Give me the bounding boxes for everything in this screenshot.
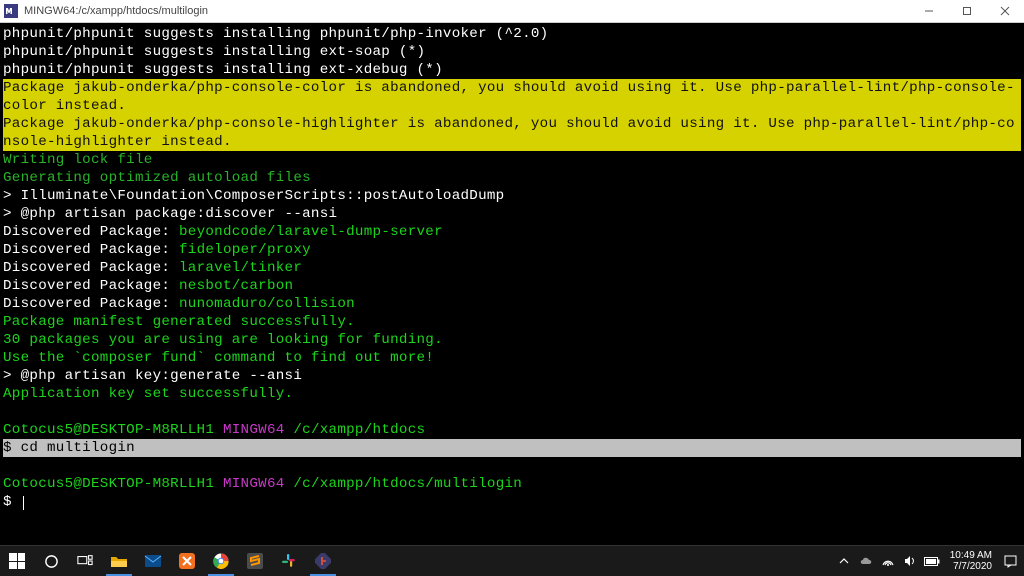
task-view-button[interactable] <box>68 546 102 576</box>
output-line: Discovered Package: laravel/tinker <box>3 259 1021 277</box>
output-line: Generating optimized autoload files <box>3 169 1021 187</box>
window-title: MINGW64:/c/xampp/htdocs/multilogin <box>24 2 208 20</box>
minimize-button[interactable] <box>910 0 948 22</box>
output-line: > Illuminate\Foundation\ComposerScripts:… <box>3 187 1021 205</box>
tray-expand-icon[interactable] <box>836 553 852 569</box>
system-tray: 10:49 AM 7/7/2020 <box>836 550 1024 572</box>
sublime-button[interactable] <box>238 546 272 576</box>
file-explorer-button[interactable] <box>102 546 136 576</box>
mingw-icon <box>4 4 18 18</box>
prompt-line: Cotocus5@DESKTOP-M8RLLH1 MINGW64 /c/xamp… <box>3 475 1021 493</box>
warning-line: Package jakub-onderka/php-console-highli… <box>3 115 1021 151</box>
command-line[interactable]: $ <box>3 493 1021 511</box>
output-line: phpunit/phpunit suggests installing phpu… <box>3 25 1021 43</box>
network-icon[interactable] <box>880 553 896 569</box>
clock-date: 7/7/2020 <box>950 561 992 572</box>
slack-button[interactable] <box>272 546 306 576</box>
volume-icon[interactable] <box>902 553 918 569</box>
blank-line <box>3 457 1021 475</box>
notifications-icon[interactable] <box>1002 553 1018 569</box>
output-line: Writing lock file <box>3 151 1021 169</box>
battery-icon[interactable] <box>924 553 940 569</box>
window-titlebar: MINGW64:/c/xampp/htdocs/multilogin <box>0 0 1024 23</box>
maximize-button[interactable] <box>948 0 986 22</box>
clock-time: 10:49 AM <box>950 550 992 561</box>
command-line: $ cd multilogin <box>3 439 1021 457</box>
output-line: Package manifest generated successfully. <box>3 313 1021 331</box>
output-line: Discovered Package: nesbot/carbon <box>3 277 1021 295</box>
window-controls <box>910 0 1024 22</box>
taskbar: 10:49 AM 7/7/2020 <box>0 545 1024 576</box>
mail-button[interactable] <box>136 546 170 576</box>
output-line: phpunit/phpunit suggests installing ext-… <box>3 43 1021 61</box>
output-line: Discovered Package: beyondcode/laravel-d… <box>3 223 1021 241</box>
output-line: > @php artisan key:generate --ansi <box>3 367 1021 385</box>
blank-line <box>3 403 1021 421</box>
chrome-button[interactable] <box>204 546 238 576</box>
git-bash-button[interactable] <box>306 546 340 576</box>
output-line: Application key set successfully. <box>3 385 1021 403</box>
terminal-output[interactable]: phpunit/phpunit suggests installing phpu… <box>0 23 1024 549</box>
prompt-line: Cotocus5@DESKTOP-M8RLLH1 MINGW64 /c/xamp… <box>3 421 1021 439</box>
windows-logo-icon <box>9 553 25 569</box>
warning-line: Package jakub-onderka/php-console-color … <box>3 79 1021 115</box>
cursor-icon <box>23 496 24 510</box>
start-button[interactable] <box>0 546 34 576</box>
output-line: Discovered Package: fideloper/proxy <box>3 241 1021 259</box>
output-line: phpunit/phpunit suggests installing ext-… <box>3 61 1021 79</box>
output-line: Discovered Package: nunomaduro/collision <box>3 295 1021 313</box>
cortana-button[interactable] <box>34 546 68 576</box>
xampp-button[interactable] <box>170 546 204 576</box>
output-line: > @php artisan package:discover --ansi <box>3 205 1021 223</box>
taskbar-clock[interactable]: 10:49 AM 7/7/2020 <box>946 550 996 572</box>
onedrive-icon[interactable] <box>858 553 874 569</box>
output-line: 30 packages you are using are looking fo… <box>3 331 1021 349</box>
close-button[interactable] <box>986 0 1024 22</box>
output-line: Use the `composer fund` command to find … <box>3 349 1021 367</box>
